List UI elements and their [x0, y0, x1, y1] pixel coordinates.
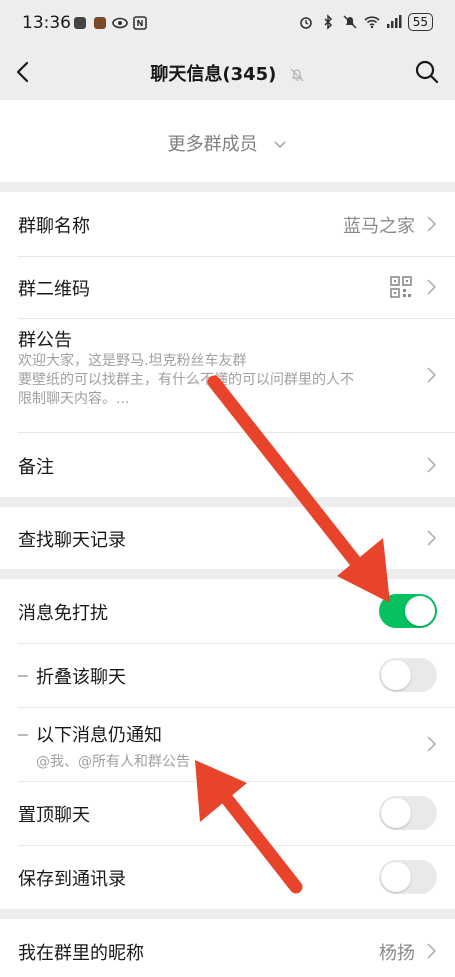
status-bar: 13:36 55 [0, 0, 455, 46]
chevron-right-icon [427, 457, 437, 473]
app-notification-icon [74, 17, 86, 29]
save-contacts-row: 保存到通讯录 [0, 845, 455, 909]
chevron-right-icon [427, 943, 437, 959]
dnd-row: 消息免打扰 [0, 579, 455, 643]
search-history-label: 查找聊天记录 [18, 530, 126, 551]
page-title-text: 聊天信息(345) [150, 64, 277, 85]
wifi-icon [364, 16, 380, 29]
notice-line: 要壁纸的可以找群主，有什么不懂的可以问群里的人不 [18, 372, 354, 388]
page-title: 聊天信息(345) [0, 60, 455, 86]
mute-bell-icon [343, 15, 357, 29]
fold-chat-label: 折叠该聊天 [36, 667, 126, 688]
remark-label: 备注 [18, 457, 54, 478]
more-members-label: 更多群成员 [167, 134, 258, 155]
still-notify-label: 以下消息仍通知 [36, 725, 162, 746]
sub-option-dash [18, 734, 28, 736]
still-notify-row[interactable]: 以下消息仍通知 @我、@所有人和群公告 [0, 707, 455, 781]
save-contacts-toggle[interactable] [379, 860, 437, 894]
fold-chat-toggle[interactable] [379, 658, 437, 692]
group-notice-label: 群公告 [18, 330, 72, 351]
pin-chat-toggle[interactable] [379, 796, 437, 830]
qr-code-icon [390, 276, 412, 298]
search-history-row[interactable]: 查找聊天记录 [0, 507, 455, 569]
bluetooth-icon [324, 14, 332, 30]
group-info-section: 群聊名称 蓝马之家 群二维码 群公告 欢迎大家，这是野马.坦克粉丝车友群 要壁纸… [0, 192, 455, 497]
nfc-icon [133, 16, 147, 30]
search-history-section: 查找聊天记录 [0, 507, 455, 569]
toggle-knob [381, 862, 411, 892]
pin-chat-row: 置顶聊天 [0, 781, 455, 845]
group-name-row[interactable]: 群聊名称 蓝马之家 [0, 192, 455, 256]
toggle-knob [405, 596, 435, 626]
sub-option-dash [18, 675, 28, 677]
app-notification-icon [94, 17, 106, 29]
toggle-knob [381, 798, 411, 828]
dnd-label: 消息免打扰 [18, 603, 108, 624]
nickname-row[interactable]: 我在群里的昵称 杨扬 [0, 919, 455, 977]
group-notice-row[interactable]: 群公告 欢迎大家，这是野马.坦克粉丝车友群 要壁纸的可以找群主，有什么不懂的可以… [0, 318, 455, 432]
chevron-right-icon [427, 279, 437, 295]
nickname-section: 我在群里的昵称 杨扬 [0, 919, 455, 977]
remark-row[interactable]: 备注 [0, 432, 455, 497]
pin-chat-label: 置顶聊天 [18, 805, 90, 826]
eye-icon [112, 17, 128, 29]
chevron-right-icon [427, 367, 437, 383]
status-time: 13:36 [22, 13, 71, 33]
notice-line: 欢迎大家，这是野马.坦克粉丝车友群 [18, 353, 247, 369]
group-notice-text: 欢迎大家，这是野马.坦克粉丝车友群 要壁纸的可以找群主，有什么不懂的可以问群里的… [18, 352, 398, 409]
chevron-right-icon [427, 530, 437, 546]
members-section: 更多群成员 [0, 100, 455, 182]
chevron-right-icon [427, 216, 437, 232]
dnd-toggle[interactable] [379, 594, 437, 628]
fold-chat-row: 折叠该聊天 [0, 643, 455, 707]
chat-settings-section: 消息免打扰 折叠该聊天 以下消息仍通知 @我、@所有人和群公告 置顶聊天 保存到… [0, 579, 455, 909]
search-icon[interactable] [411, 56, 443, 88]
chevron-right-icon [427, 736, 437, 752]
status-notification-icons [72, 15, 148, 31]
battery-indicator: 55 [407, 13, 433, 31]
navigation-bar: 聊天信息(345) [0, 46, 455, 100]
toggle-knob [381, 660, 411, 690]
notice-line: 限制聊天内容。... [18, 391, 130, 407]
chevron-down-icon [274, 141, 286, 149]
nickname-value: 杨扬 [379, 943, 415, 964]
mute-bell-icon [290, 68, 304, 82]
more-members-button[interactable]: 更多群成员 [0, 130, 455, 156]
nickname-label: 我在群里的昵称 [18, 943, 144, 964]
group-qrcode-row[interactable]: 群二维码 [0, 256, 455, 318]
save-contacts-label: 保存到通讯录 [18, 869, 126, 890]
group-name-label: 群聊名称 [18, 216, 90, 237]
signal-icon [386, 15, 402, 28]
status-system-icons: 55 [298, 13, 433, 31]
group-name-value: 蓝马之家 [343, 216, 415, 237]
group-qrcode-label: 群二维码 [18, 279, 90, 300]
still-notify-subtext: @我、@所有人和群公告 [36, 754, 190, 770]
alarm-icon [299, 17, 312, 29]
